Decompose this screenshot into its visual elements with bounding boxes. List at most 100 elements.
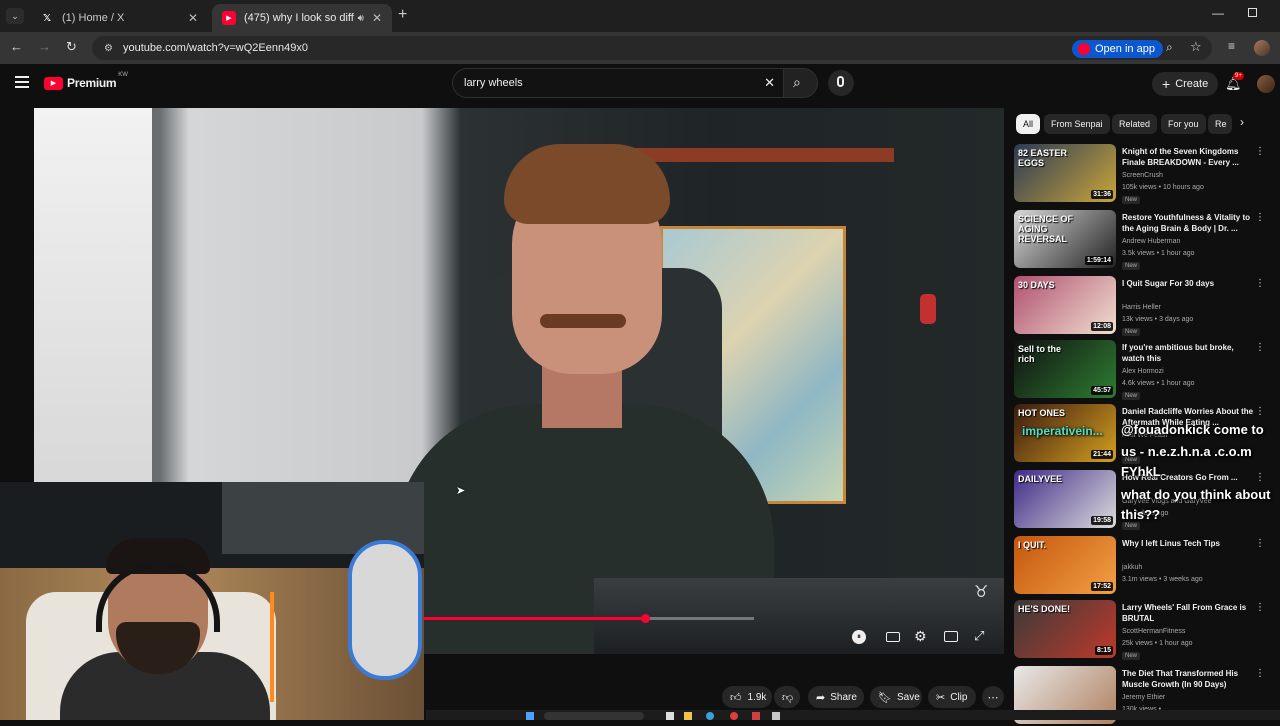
video-title[interactable]: Larry Wheels' Fall From Grace is BRUTAL (1122, 602, 1254, 624)
autoplay-toggle-icon[interactable]: ⏸︎ (852, 630, 866, 644)
create-button[interactable]: + Create (1152, 72, 1219, 96)
channel-name[interactable]: ScreenCrush (1122, 172, 1163, 179)
youtube-logo[interactable]: ▶ Premium KW (44, 72, 128, 90)
tab-youtube-video[interactable]: ▶ (475) why I look so differen 🔊︎ ✕ (212, 4, 392, 32)
video-title[interactable]: Why I left Linus Tech Tips (1122, 538, 1254, 549)
video-thumbnail[interactable]: HE'S DONE! 8:15 (1014, 600, 1116, 658)
channel-name[interactable]: Jeremy Ethier (1122, 694, 1165, 701)
video-thumbnail[interactable]: Sell to the rich 45:57 (1014, 340, 1116, 398)
channel-name[interactable]: Alex Hormozi (1122, 368, 1164, 375)
search-input[interactable]: larry wheels ✕ (452, 68, 784, 98)
video-title[interactable]: Restore Youthfulness & Vitality to the A… (1122, 212, 1254, 234)
chip-from-senpai[interactable]: From Senpai (1044, 114, 1110, 134)
taskbar-app-icon[interactable] (684, 712, 692, 720)
taskbar-search[interactable] (544, 712, 644, 720)
more-vertical-icon[interactable]: ⋮ (1255, 406, 1265, 417)
like-button[interactable]: 👍︎ 1.9k (722, 686, 772, 708)
recommendation-item[interactable]: SCIENCE OF AGING REVERSAL 1:59:14 Restore … (1014, 210, 1274, 270)
video-meta: 4.6k views • 1 hour ago (1122, 380, 1195, 387)
more-vertical-icon[interactable]: ⋮ (1255, 212, 1265, 223)
youtube-play-logo-icon: ▶ (44, 76, 63, 90)
video-title[interactable]: The Diet That Transformed His Muscle Gro… (1122, 668, 1254, 690)
duration-badge: 31:36 (1091, 190, 1113, 199)
bookmark-star-icon[interactable]: ☆ (1190, 39, 1202, 55)
recommendation-item[interactable]: Sell to the rich 45:57 If you're ambitious… (1014, 340, 1274, 400)
recommendation-item[interactable]: HE'S DONE! 8:15 Larry Wheels' Fall From Gr… (1014, 600, 1274, 660)
video-thumbnail[interactable]: DAILYVEE 19:58 (1014, 470, 1116, 528)
taskbar-app-icon[interactable] (730, 712, 738, 720)
thumbnail-text: DAILYVEE (1018, 474, 1063, 484)
video-thumbnail[interactable]: SCIENCE OF AGING REVERSAL 1:59:14 (1014, 210, 1116, 268)
fullscreen-icon[interactable]: ⤢ (974, 628, 984, 644)
video-title[interactable]: Knight of the Seven Kingdoms Finale BREA… (1122, 146, 1254, 168)
taskbar-app-icon[interactable] (772, 712, 780, 720)
clip-button[interactable]: ✂︎ Clip (928, 686, 976, 708)
more-vertical-icon[interactable]: ⋮ (1255, 538, 1265, 549)
start-button-icon[interactable] (526, 712, 534, 720)
duration-badge: 12:08 (1091, 322, 1113, 331)
chip-for-you[interactable]: For you (1161, 114, 1206, 134)
reload-icon[interactable]: ↻ (66, 39, 77, 55)
site-info-icon[interactable]: ⚙︎ (104, 43, 113, 54)
channel-name[interactable]: Andrew Huberman (1122, 238, 1180, 245)
forward-icon[interactable]: → (38, 39, 51, 54)
channel-watermark-icon[interactable]: ♉︎ (974, 582, 988, 602)
settings-gear-icon[interactable]: ⚙︎ (914, 628, 927, 645)
profile-avatar[interactable] (1254, 40, 1270, 56)
close-tab-icon[interactable]: ✕ (188, 11, 198, 25)
save-button[interactable]: 🔖︎ Save (870, 686, 922, 708)
hamburger-menu-icon[interactable] (15, 76, 29, 88)
search-button[interactable]: ⌕ (784, 68, 818, 98)
notifications-bell-icon[interactable]: 🔔︎ 9+ (1225, 72, 1244, 92)
plus-icon: + (1162, 76, 1171, 92)
video-title[interactable]: I Quit Sugar For 30 days (1122, 278, 1254, 289)
taskbar-app-icon[interactable] (666, 712, 674, 720)
channel-name[interactable]: ScottHermanFitness (1122, 628, 1185, 635)
chips-next-arrow-icon[interactable]: › (1240, 115, 1244, 129)
recommendation-item[interactable]: 82 EASTER EGGS 31:36 Knight of the Seven K… (1014, 144, 1274, 204)
video-thumbnail[interactable]: I QUIT. 17:52 (1014, 536, 1116, 594)
address-bar[interactable]: ⚙︎ youtube.com/watch?v=wQ2Eenn49x0 (92, 36, 1212, 60)
recommendation-item[interactable]: 30 DAYS 12:08 I Quit Sugar For 30 days Harr… (1014, 276, 1274, 336)
chat-overlay-line: this?? (1121, 507, 1160, 522)
duration-badge: 17:52 (1091, 582, 1113, 591)
video-thumbnail[interactable]: 30 DAYS 12:08 (1014, 276, 1116, 334)
subtitles-icon[interactable] (886, 632, 900, 642)
tab-x-home[interactable]: 𝕏 (1) Home / X ✕ (30, 4, 208, 32)
share-button[interactable]: ➦ Share (808, 686, 864, 708)
minimize-icon[interactable]: — (1212, 6, 1224, 20)
more-vertical-icon[interactable]: ⋮ (1255, 146, 1265, 157)
like-count: 1.9k (747, 691, 767, 703)
clear-search-icon[interactable]: ✕ (764, 75, 775, 91)
restore-icon[interactable] (1248, 8, 1257, 17)
back-icon[interactable]: ← (10, 39, 23, 54)
more-vertical-icon[interactable]: ⋮ (1255, 342, 1265, 353)
video-title[interactable]: If you're ambitious but broke, watch thi… (1122, 342, 1254, 364)
tab-search-dropdown-icon[interactable]: ⌄ (6, 8, 24, 24)
more-vertical-icon[interactable]: ⋮ (1255, 472, 1265, 483)
video-thumbnail[interactable]: 82 EASTER EGGS 31:36 (1014, 144, 1116, 202)
more-vertical-icon[interactable]: ⋮ (1255, 602, 1265, 613)
chip-related[interactable]: Related (1112, 114, 1158, 134)
more-horizontal-icon: ⋯ (987, 691, 999, 704)
close-tab-icon[interactable]: ✕ (372, 11, 382, 25)
taskbar-app-icon[interactable] (706, 712, 714, 720)
more-vertical-icon[interactable]: ⋮ (1255, 668, 1265, 679)
speaker-icon[interactable]: 🔊︎ (358, 13, 364, 24)
media-control-icon[interactable]: ≡ (1228, 39, 1235, 53)
chip-more[interactable]: Re (1208, 114, 1232, 134)
channel-name[interactable]: Harris Heller (1122, 304, 1161, 311)
zoom-icon[interactable]: ⌕ (1166, 40, 1173, 55)
open-in-app-button[interactable]: Open in app (1072, 40, 1163, 58)
chip-all[interactable]: All (1016, 114, 1041, 134)
new-tab-icon[interactable]: + (398, 6, 407, 24)
account-avatar[interactable] (1257, 75, 1275, 93)
more-actions-button[interactable]: ⋯ (982, 686, 1004, 708)
voice-search-button[interactable] (828, 70, 854, 96)
more-vertical-icon[interactable]: ⋮ (1255, 278, 1265, 289)
dislike-button[interactable]: 👎︎ (774, 686, 800, 708)
recommendation-item[interactable]: I QUIT. 17:52 Why I left Linus Tech Tips ja… (1014, 536, 1274, 596)
taskbar-app-icon[interactable] (752, 712, 760, 720)
miniplayer-icon[interactable] (944, 631, 958, 642)
channel-name[interactable]: jakkuh (1122, 564, 1142, 571)
